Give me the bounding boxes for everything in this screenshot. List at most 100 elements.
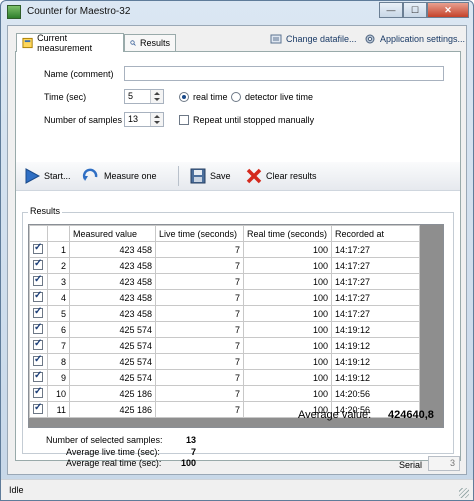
samples-label: Number of samples — [44, 115, 123, 125]
title-bar[interactable]: Counter for Maestro-32 — ☐ ✕ — [1, 1, 473, 23]
row-checkbox[interactable] — [33, 338, 43, 350]
avg-real-label: Average real time (sec): — [66, 458, 162, 468]
tab-current-measurement[interactable]: Current measurement — [16, 33, 124, 53]
row-recorded-at: 14:17:27 — [331, 241, 420, 258]
header-measured-value[interactable]: Measured value — [69, 225, 156, 242]
row-checkbox-cell[interactable] — [29, 337, 48, 354]
row-checkbox-cell[interactable] — [29, 273, 48, 290]
row-real-time: 100 — [243, 353, 332, 370]
row-checkbox-cell[interactable] — [29, 369, 48, 386]
table-row[interactable]: 3423 458710014:17:27 — [29, 273, 420, 290]
row-live-time: 7 — [155, 257, 244, 274]
tab-settings-icon — [22, 37, 33, 49]
row-measured-value: 425 186 — [69, 401, 156, 418]
table-row[interactable]: 2423 458710014:17:27 — [29, 257, 420, 274]
real-time-radio[interactable] — [179, 92, 189, 102]
samples-stepper[interactable]: 13 — [124, 112, 164, 127]
header-index — [47, 225, 70, 242]
measure-one-button[interactable]: Measure one — [82, 166, 157, 186]
row-checkbox[interactable] — [33, 258, 43, 270]
play-icon — [25, 168, 40, 184]
row-live-time: 7 — [155, 241, 244, 258]
table-header-row: Measured value Live time (seconds) Real … — [29, 225, 420, 242]
save-button[interactable]: Save — [190, 166, 231, 186]
table-row[interactable]: 7425 574710014:19:12 — [29, 337, 420, 354]
current-measurement-panel: Name (comment) Time (sec) 5 real time de… — [15, 51, 461, 468]
maximize-icon[interactable]: ☐ — [403, 2, 427, 18]
row-checkbox[interactable] — [33, 290, 43, 302]
table-row[interactable]: 4423 458710014:17:27 — [29, 289, 420, 306]
row-checkbox[interactable] — [33, 402, 43, 414]
row-real-time: 100 — [243, 305, 332, 322]
resize-grip-icon[interactable] — [459, 488, 469, 498]
change-datafile-link[interactable]: Change datafile... — [270, 33, 357, 45]
avg-live-value: 7 — [190, 447, 196, 457]
row-index: 4 — [47, 289, 70, 306]
row-real-time: 100 — [243, 257, 332, 274]
row-live-time: 7 — [155, 401, 244, 418]
client-area: Current measurement Results Change dataf… — [7, 25, 467, 475]
header-recorded-at[interactable]: Recorded at — [331, 225, 420, 242]
table-row[interactable]: 6425 574710014:19:12 — [29, 321, 420, 338]
row-checkbox-cell[interactable] — [29, 401, 48, 418]
row-real-time: 100 — [243, 241, 332, 258]
row-checkbox[interactable] — [33, 322, 43, 334]
row-checkbox[interactable] — [33, 370, 43, 382]
time-spin-buttons[interactable] — [150, 90, 163, 103]
avg-live-label: Average live time (sec): — [66, 447, 160, 457]
average-value-label: Average value: — [298, 409, 372, 421]
row-checkbox[interactable] — [33, 274, 43, 286]
row-checkbox-cell[interactable] — [29, 257, 48, 274]
table-row[interactable]: 8425 574710014:19:12 — [29, 353, 420, 370]
row-checkbox-cell[interactable] — [29, 385, 48, 402]
row-measured-value: 425 574 — [69, 353, 156, 370]
tab-results[interactable]: Results — [124, 34, 176, 51]
row-checkbox-cell[interactable] — [29, 289, 48, 306]
row-checkbox[interactable] — [33, 242, 43, 254]
row-real-time: 100 — [243, 321, 332, 338]
row-checkbox-cell[interactable] — [29, 353, 48, 370]
repeat-checkbox[interactable] — [179, 115, 189, 125]
toolbar: Start... Measure one Save Clear results — [16, 162, 460, 191]
row-checkbox-cell[interactable] — [29, 241, 48, 258]
minimize-icon[interactable]: — — [379, 2, 403, 18]
table-row[interactable]: 9425 574710014:19:12 — [29, 369, 420, 386]
close-icon[interactable]: ✕ — [427, 2, 469, 18]
row-checkbox-cell[interactable] — [29, 321, 48, 338]
name-input[interactable] — [124, 66, 444, 81]
table-row[interactable]: 5423 458710014:17:27 — [29, 305, 420, 322]
window-title: Counter for Maestro-32 — [27, 6, 131, 17]
row-measured-value: 423 458 — [69, 241, 156, 258]
row-index: 10 — [47, 385, 70, 402]
app-window: Counter for Maestro-32 — ☐ ✕ Current mea… — [0, 0, 474, 501]
clear-results-button[interactable]: Clear results — [246, 166, 317, 186]
serial-field: 3 — [428, 456, 460, 471]
row-measured-value: 423 458 — [69, 289, 156, 306]
row-recorded-at: 14:19:12 — [331, 337, 420, 354]
row-recorded-at: 14:19:12 — [331, 321, 420, 338]
row-index: 7 — [47, 337, 70, 354]
start-button[interactable]: Start... — [24, 166, 71, 186]
time-stepper[interactable]: 5 — [124, 89, 164, 104]
row-checkbox[interactable] — [33, 354, 43, 366]
results-grid[interactable]: Measured value Live time (seconds) Real … — [28, 224, 444, 428]
header-real-time[interactable]: Real time (seconds) — [243, 225, 332, 242]
row-real-time: 100 — [243, 273, 332, 290]
row-measured-value: 425 574 — [69, 321, 156, 338]
application-settings-link[interactable]: Application settings... — [364, 33, 465, 45]
table-row[interactable]: 1423 458710014:17:27 — [29, 241, 420, 258]
table-row[interactable]: 10425 186710014:20:56 — [29, 385, 420, 402]
header-live-time[interactable]: Live time (seconds) — [155, 225, 244, 242]
row-index: 9 — [47, 369, 70, 386]
row-measured-value: 423 458 — [69, 273, 156, 290]
row-live-time: 7 — [155, 369, 244, 386]
detector-live-time-radio[interactable] — [231, 92, 241, 102]
row-checkbox[interactable] — [33, 306, 43, 318]
repeat-label: Repeat until stopped manually — [193, 115, 315, 125]
row-index: 3 — [47, 273, 70, 290]
window-controls: — ☐ ✕ — [379, 2, 469, 18]
samples-spin-buttons[interactable] — [150, 113, 163, 126]
row-recorded-at: 14:17:27 — [331, 273, 420, 290]
row-checkbox-cell[interactable] — [29, 305, 48, 322]
row-checkbox[interactable] — [33, 386, 43, 398]
